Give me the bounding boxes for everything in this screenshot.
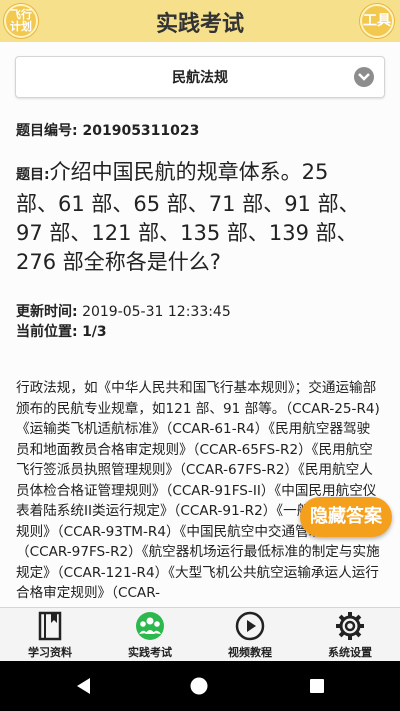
question-text: 题目:介绍中国民航的规章体系。25 部、61 部、65 部、71 部、91 部、… (16, 158, 376, 277)
tab-study-materials-label: 学习资料 (28, 646, 72, 659)
tab-video-tutorials-label: 视频教程 (228, 646, 272, 659)
back-icon[interactable] (74, 676, 92, 696)
home-icon[interactable] (189, 676, 209, 696)
category-select[interactable]: 民航法规 (15, 56, 385, 98)
tools-badge[interactable]: 工具 (360, 4, 394, 38)
question-id-value: 201905311023 (82, 123, 200, 139)
current-position-label: 当前位置: (16, 324, 78, 340)
question-id-label: 题目编号: (16, 123, 78, 139)
group-icon (136, 612, 164, 640)
hide-answer-button[interactable]: 隐藏答案 (300, 497, 392, 537)
book-icon (38, 611, 62, 641)
answer-text: 行政法规，如《中华人民共和国飞行基本规则》；交通运输部颁布的民航专业规章，如12… (16, 380, 380, 601)
question-prefix: 题目: (16, 167, 50, 183)
page-title: 实践考试 (155, 12, 244, 37)
updated-time-value: 2019-05-31 12:33:45 (82, 304, 231, 320)
question-id: 题目编号: 201905311023 (16, 120, 199, 140)
play-icon (235, 611, 265, 641)
recents-icon[interactable] (308, 676, 326, 696)
gear-icon (336, 612, 364, 640)
title-bar: 飞行 计划 实践考试 工具 (0, 0, 400, 42)
tab-system-settings-label: 系统设置 (328, 646, 372, 659)
tools-label: 工具 (363, 13, 391, 29)
updated-time: 更新时间: 2019-05-31 12:33:45 (16, 301, 231, 321)
tab-study-materials[interactable]: 学习资料 (0, 608, 100, 662)
chevron-down-icon[interactable] (354, 67, 374, 87)
current-position: 当前位置: 1/3 (16, 321, 107, 341)
tab-system-settings[interactable]: 系统设置 (300, 608, 400, 662)
tab-practice-exam[interactable]: 实践考试 (100, 608, 200, 662)
bottom-nav: 学习资料 实践考试 视频教程 系统设置 (0, 607, 400, 662)
updated-time-label: 更新时间: (16, 304, 78, 320)
current-position-value: 1/3 (82, 324, 107, 340)
system-nav-bar (0, 661, 400, 711)
tab-practice-exam-label: 实践考试 (128, 646, 172, 659)
question-body: 介绍中国民航的规章体系。25 部、61 部、65 部、71 部、91 部、97 … (16, 160, 360, 274)
tab-video-tutorials[interactable]: 视频教程 (200, 608, 300, 662)
category-label: 民航法规 (172, 70, 228, 86)
